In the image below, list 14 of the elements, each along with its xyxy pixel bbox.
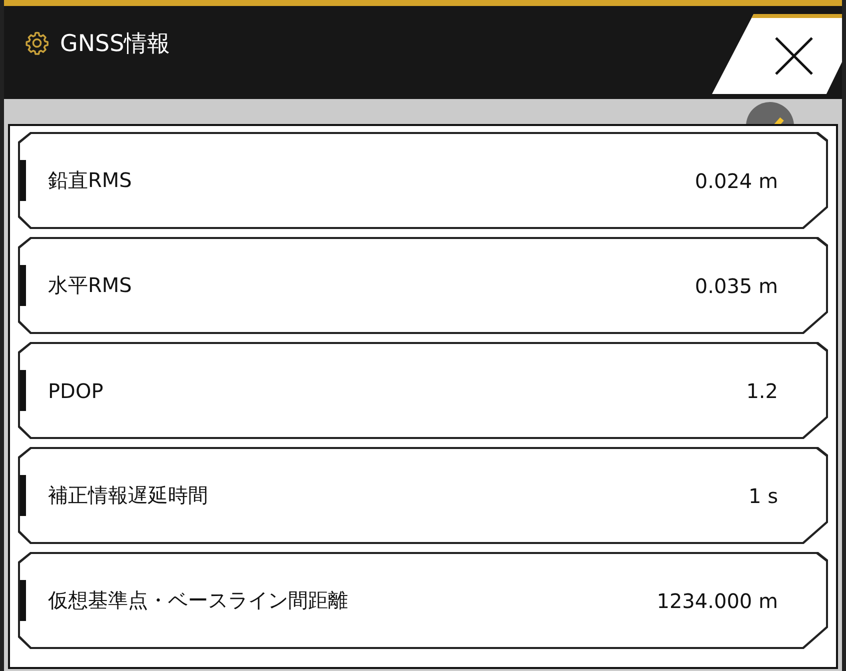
row-value: 0.035 m [694, 274, 778, 298]
row-label: 補正情報遅延時間 [48, 482, 209, 509]
row-value: 1 s [748, 484, 778, 508]
settings-icon [24, 30, 50, 56]
row-value: 1.2 [746, 378, 778, 402]
row-value: 0.024 m [694, 168, 778, 192]
row-label: PDOP [48, 378, 104, 402]
row-value: 1234.000 m [656, 588, 778, 612]
close-button[interactable] [712, 14, 842, 94]
close-icon [774, 36, 814, 76]
window-title: GNSS情報 [60, 30, 170, 58]
row-label: 仮想基準点・ベースライン間距離 [48, 587, 349, 614]
row-label: 水平RMS [48, 272, 133, 299]
row-label: 鉛直RMS [48, 167, 133, 194]
